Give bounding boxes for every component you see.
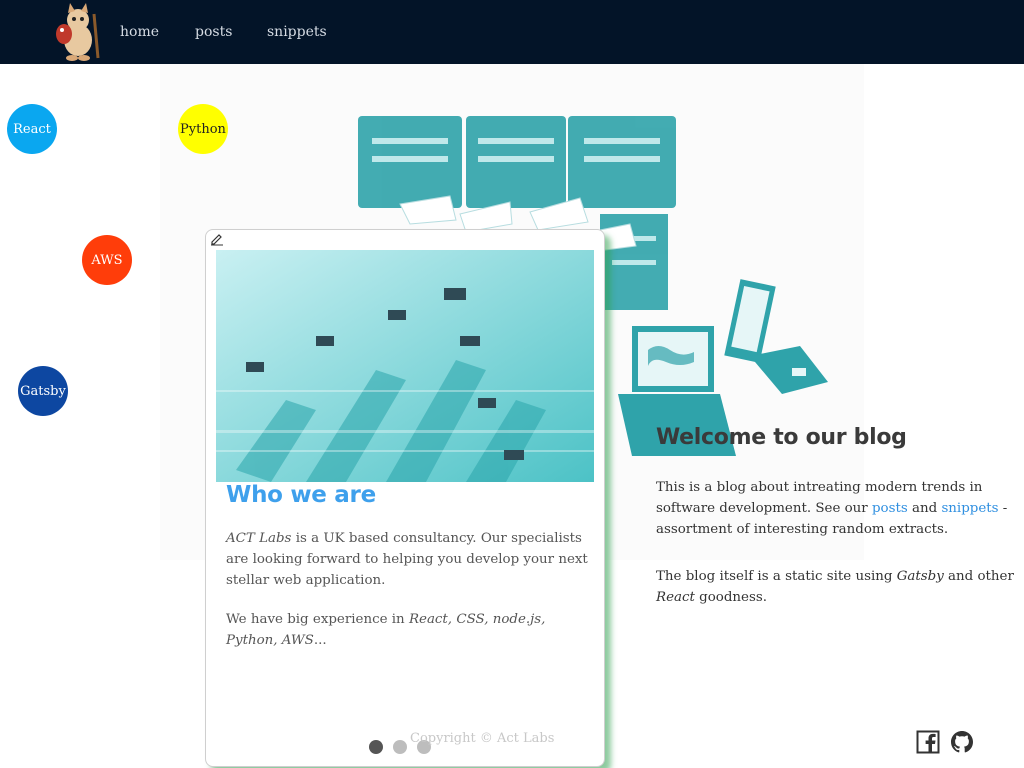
carousel-dot-1[interactable] <box>369 740 383 754</box>
nav-home[interactable]: home <box>120 24 159 40</box>
nav-snippets[interactable]: snippets <box>267 24 327 40</box>
tag-bubble-label: React <box>13 121 51 137</box>
welcome-paragraph-1-b: and <box>907 501 942 516</box>
tag-bubble-label: AWS <box>91 252 123 268</box>
tag-bubble-gatsby[interactable]: Gatsby <box>18 366 68 416</box>
copyright-text: Copyright © Act Labs <box>410 731 555 746</box>
snippets-link[interactable]: snippets <box>941 501 998 516</box>
card-paragraph-2-tail: ... <box>313 633 327 648</box>
satellite-data-image <box>216 250 594 482</box>
welcome-paragraph-1: This is a blog about intreating modern t… <box>656 477 1024 540</box>
posts-link[interactable]: posts <box>872 501 908 516</box>
welcome-paragraph-2-c: goodness. <box>694 590 767 605</box>
github-icon[interactable] <box>950 730 974 754</box>
react-mention: React <box>656 590 695 605</box>
tag-bubble-react[interactable]: React <box>7 104 57 154</box>
tag-bubble-aws[interactable]: AWS <box>82 235 132 285</box>
tag-bubble-python[interactable]: Python <box>178 104 228 154</box>
welcome-paragraph-2-b: and other <box>943 569 1014 584</box>
about-card: Who we are ACT Labs is a UK based consul… <box>205 229 605 767</box>
carousel-dot-2[interactable] <box>393 740 407 754</box>
company-name: ACT Labs <box>226 531 292 546</box>
tag-bubble-label: Gatsby <box>20 383 66 399</box>
welcome-paragraph-2-a: The blog itself is a static site using <box>656 569 897 584</box>
card-paragraph-2-lead: We have big experience in <box>226 612 409 627</box>
tag-bubble-label: Python <box>180 121 226 137</box>
nav-posts[interactable]: posts <box>195 24 232 40</box>
welcome-title: Welcome to our blog <box>656 425 907 450</box>
card-paragraph-2: We have big experience in React, CSS, no… <box>226 609 588 651</box>
cat-mascot-icon[interactable] <box>48 0 104 62</box>
facebook-icon[interactable] <box>916 730 940 754</box>
card-paragraph-1: ACT Labs is a UK based consultancy. Our … <box>226 528 588 591</box>
pencil-icon[interactable] <box>210 232 224 246</box>
gatsby-mention: Gatsby <box>896 569 944 584</box>
welcome-paragraph-2: The blog itself is a static site using G… <box>656 566 1024 608</box>
card-title: Who we are <box>226 482 376 508</box>
navbar: home posts snippets <box>0 0 1024 64</box>
